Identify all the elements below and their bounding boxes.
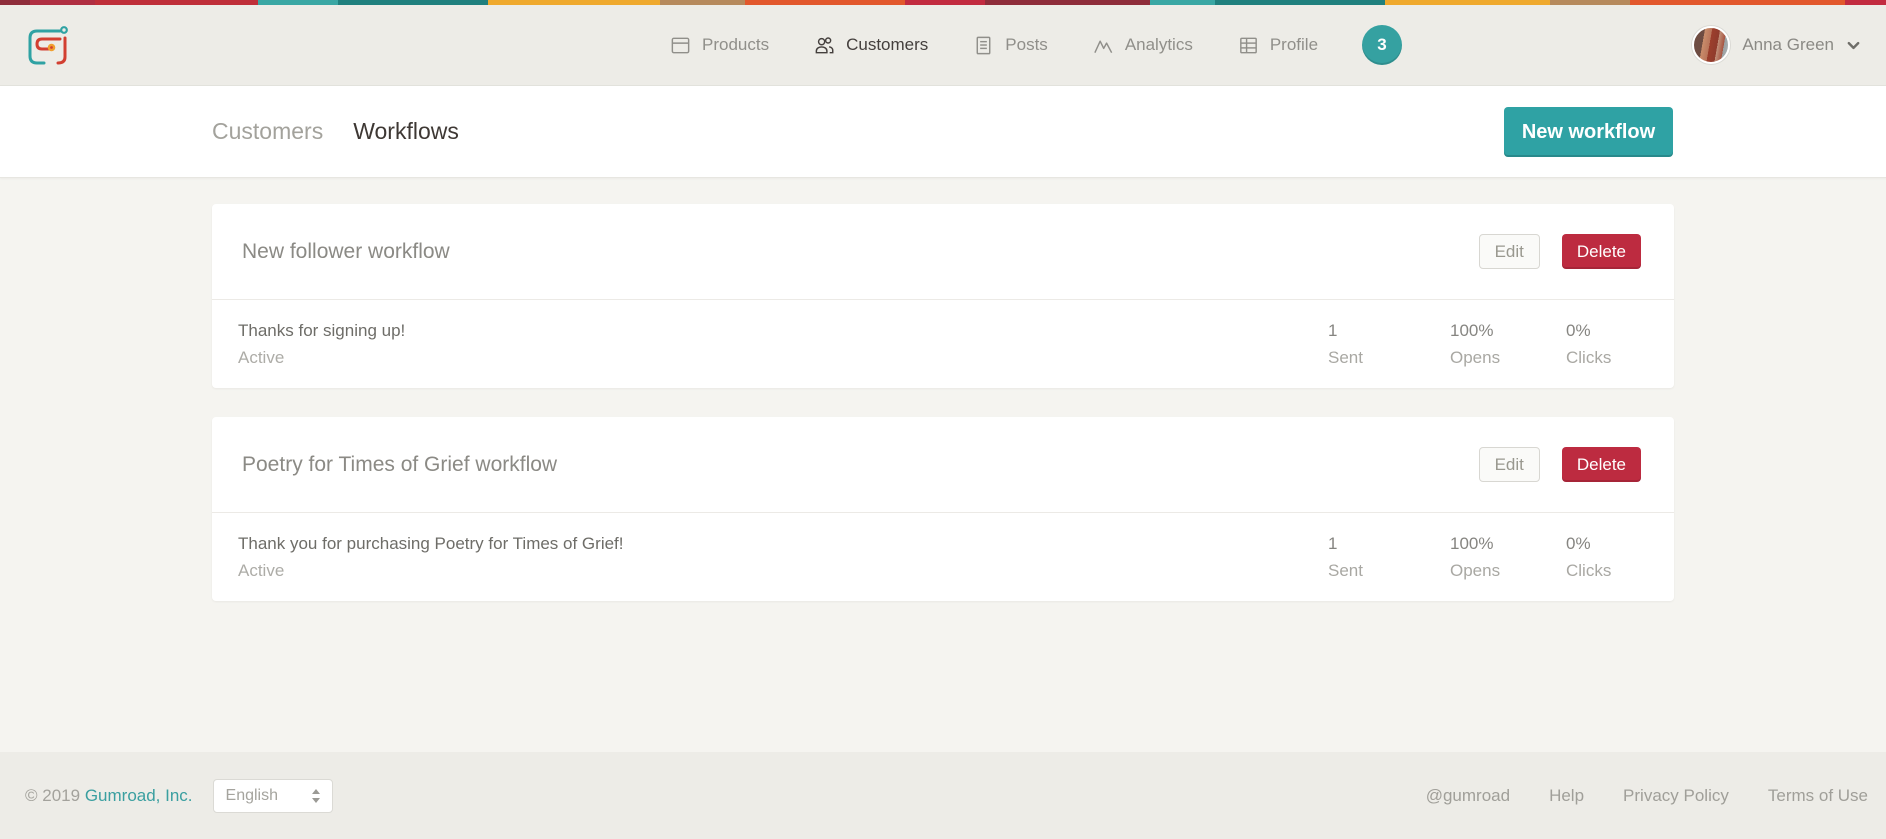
stat-label: Sent — [1328, 560, 1363, 580]
nav-item-products[interactable]: Products — [669, 34, 769, 57]
analytics-icon — [1094, 39, 1113, 53]
workflow-card: Poetry for Times of Grief workflow Edit … — [212, 417, 1674, 601]
delete-button[interactable]: Delete — [1561, 447, 1641, 482]
tab-customers[interactable]: Customers — [212, 118, 323, 145]
footer-links: @gumroad Help Privacy Policy Terms of Us… — [1426, 752, 1868, 839]
profile-icon — [1239, 37, 1257, 53]
stat-opens: 100% Opens — [1450, 534, 1566, 581]
footer-link-gumroad[interactable]: @gumroad — [1426, 786, 1510, 806]
stat-value: 0% — [1566, 533, 1591, 553]
stat-label: Sent — [1328, 347, 1363, 367]
gumroad-logo[interactable] — [24, 25, 70, 67]
nav-label: Posts — [1005, 35, 1048, 54]
nav-label: Analytics — [1124, 35, 1193, 54]
nav-label: Products — [702, 35, 770, 54]
email-info: Thank you for purchasing Poetry for Time… — [238, 534, 1328, 581]
workflow-title: New follower workflow — [242, 239, 450, 263]
products-icon — [671, 37, 690, 53]
stat-sent: 1 Sent — [1328, 321, 1450, 368]
workflow-card-header: New follower workflow Edit Delete — [212, 204, 1674, 300]
new-workflow-button[interactable]: New workflow — [1504, 107, 1673, 157]
stat-label: Clicks — [1566, 560, 1612, 580]
workflow-email-row: Thank you for purchasing Poetry for Time… — [212, 513, 1674, 601]
stat-label: Clicks — [1566, 347, 1612, 367]
footer: © 2019 Gumroad, Inc. English @gumroad He… — [0, 752, 1886, 839]
stat-label: Opens — [1450, 560, 1501, 580]
stat-value: 1 — [1328, 533, 1338, 553]
user-menu[interactable]: Anna Green — [1692, 5, 1861, 85]
chevron-down-icon — [1847, 41, 1860, 49]
customers-icon — [815, 36, 834, 53]
edit-button[interactable]: Edit — [1478, 447, 1540, 482]
language-value: English — [225, 786, 279, 804]
stat-clicks: 0% Clicks — [1566, 321, 1674, 368]
notification-badge[interactable]: 3 — [1362, 25, 1403, 65]
footer-link-terms[interactable]: Terms of Use — [1768, 786, 1868, 806]
stat-sent: 1 Sent — [1328, 534, 1450, 581]
stat-value: 0% — [1566, 320, 1591, 340]
nav-item-profile[interactable]: Profile — [1237, 34, 1318, 57]
stat-value: 1 — [1328, 320, 1338, 340]
workflow-card-header: Poetry for Times of Grief workflow Edit … — [212, 417, 1674, 513]
nav-label: Customers — [846, 35, 929, 54]
subheader: Customers Workflows New workflow — [0, 86, 1886, 178]
footer-link-privacy[interactable]: Privacy Policy — [1623, 786, 1729, 806]
nav-item-analytics[interactable]: Analytics — [1092, 34, 1193, 57]
footer-link-help[interactable]: Help — [1549, 786, 1584, 806]
nav-item-posts[interactable]: Posts — [972, 34, 1048, 57]
stat-value: 100% — [1450, 533, 1494, 553]
stat-value: 100% — [1450, 320, 1494, 340]
workflow-title: Poetry for Times of Grief workflow — [242, 452, 558, 476]
stat-label: Opens — [1450, 347, 1501, 367]
tabs: Customers Workflows — [212, 86, 459, 177]
stat-opens: 100% Opens — [1450, 321, 1566, 368]
edit-button[interactable]: Edit — [1478, 234, 1540, 269]
posts-icon — [976, 36, 991, 54]
workflow-email-row: Thanks for signing up! Active 1 Sent 100… — [212, 300, 1674, 388]
workflow-card: New follower workflow Edit Delete Thanks… — [212, 204, 1674, 388]
copyright-year: © 2019 — [25, 785, 81, 805]
header: Products Customers Posts Analytics Profi… — [0, 5, 1886, 86]
select-spinner-icon — [311, 788, 320, 803]
delete-button[interactable]: Delete — [1561, 234, 1641, 269]
user-name: Anna Green — [1742, 35, 1834, 54]
avatar — [1692, 26, 1731, 64]
email-info: Thanks for signing up! Active — [238, 321, 1328, 368]
tab-workflows[interactable]: Workflows — [353, 118, 459, 145]
email-status: Active — [238, 347, 285, 367]
nav-item-customers[interactable]: Customers — [813, 34, 928, 57]
email-subject: Thank you for purchasing Poetry for Time… — [238, 533, 624, 553]
copyright: © 2019 Gumroad, Inc. — [25, 786, 193, 806]
workflow-list: New follower workflow Edit Delete Thanks… — [0, 178, 1886, 752]
main-nav: Products Customers Posts Analytics Profi… — [669, 5, 1403, 85]
company-link[interactable]: Gumroad, Inc. — [85, 786, 193, 805]
language-select[interactable]: English — [212, 778, 333, 813]
email-subject: Thanks for signing up! — [238, 320, 406, 340]
nav-label: Profile — [1269, 35, 1319, 54]
stat-clicks: 0% Clicks — [1566, 534, 1674, 581]
email-status: Active — [238, 560, 285, 580]
